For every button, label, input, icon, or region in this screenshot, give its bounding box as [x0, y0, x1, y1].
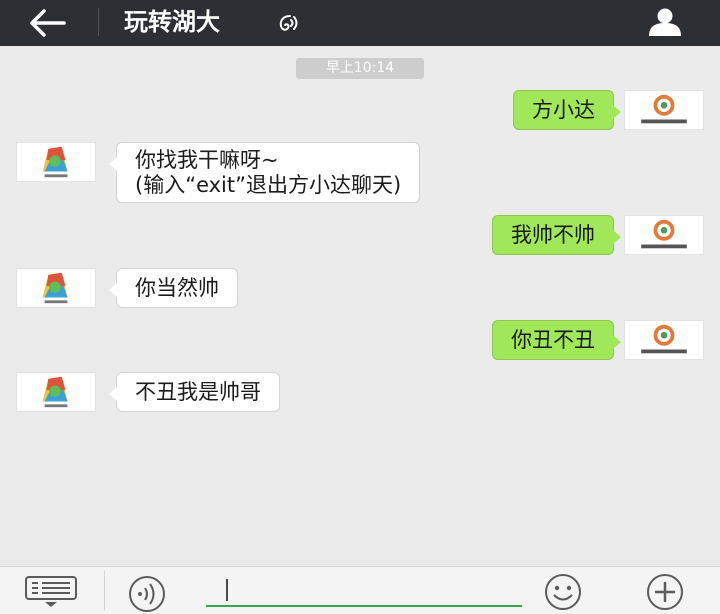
message-bubble-incoming[interactable]: 你当然帅: [109, 268, 238, 308]
voice-input-icon[interactable]: [128, 575, 166, 613]
message-text: 方小达: [532, 98, 595, 122]
user-avatar[interactable]: [624, 215, 704, 255]
voice-ear-icon: [279, 15, 298, 31]
message-bubble-outgoing[interactable]: 我帅不帅: [492, 215, 621, 255]
message-text: 不丑我是帅哥: [135, 380, 261, 404]
user-avatar[interactable]: [624, 90, 704, 130]
message-bubble-incoming[interactable]: 你找我干嘛呀~ (输入“exit”退出方小达聊天): [108, 142, 421, 203]
bot-avatar[interactable]: [16, 372, 96, 412]
chat-title: 玩转湖大: [124, 8, 220, 36]
message-text: 你丑不丑: [511, 328, 595, 352]
message-text: 你当然帅: [135, 276, 219, 300]
person-icon[interactable]: [640, 6, 690, 40]
timestamp-badge: 早上10:14: [296, 58, 424, 79]
message-bubble-incoming[interactable]: 不丑我是帅哥: [109, 372, 280, 412]
smiley-icon[interactable]: [538, 573, 588, 611]
arrow-left-icon[interactable]: [26, 6, 70, 40]
keyboard-menu-icon[interactable]: [16, 575, 86, 609]
message-bubble-outgoing[interactable]: 方小达: [513, 90, 621, 130]
user-avatar[interactable]: [624, 320, 704, 360]
top-bar: 玩转湖大: [0, 0, 720, 46]
header-divider: [98, 8, 99, 36]
bot-avatar[interactable]: [16, 268, 96, 308]
input-bar-divider: [104, 571, 105, 611]
message-bubble-outgoing[interactable]: 你丑不丑: [492, 320, 621, 360]
message-text-line: (输入“exit”退出方小达聊天): [135, 173, 402, 197]
message-input[interactable]: [206, 605, 522, 607]
bot-avatar[interactable]: [16, 142, 96, 182]
text-caret: [226, 579, 228, 601]
message-text-line: 你找我干嘛呀~: [135, 148, 279, 172]
plus-circle-icon[interactable]: [634, 573, 696, 611]
message-text: 我帅不帅: [511, 223, 595, 247]
input-bar: [0, 566, 720, 614]
